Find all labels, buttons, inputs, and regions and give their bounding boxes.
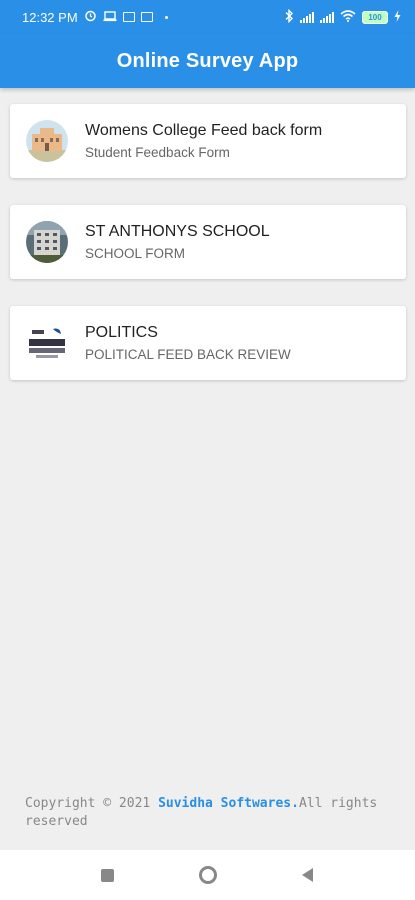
survey-title: Womens College Feed back form (85, 122, 323, 139)
survey-subtitle: POLITICAL FEED BACK REVIEW (85, 347, 291, 362)
survey-subtitle: SCHOOL FORM (85, 246, 186, 261)
screen: 12:32 PM 100 Online Survey App Womens Co… (0, 0, 415, 900)
home-icon (198, 866, 217, 884)
bluetooth-icon (284, 8, 294, 26)
survey-card-text: ST ANTHONYS SCHOOL SCHOOL FORM (85, 223, 270, 261)
survey-title: POLITICS (85, 324, 158, 341)
alarm-icon (84, 9, 97, 25)
survey-card-text: Womens College Feed back form Student Fe… (85, 122, 322, 160)
status-time: 12:32 PM (22, 9, 78, 25)
wifi-icon (340, 9, 356, 25)
copyright-text: Copyright © 2021 Suvidha Softwares.All r… (25, 795, 395, 831)
laptop-icon (103, 10, 117, 25)
status-bar: 12:32 PM 100 (0, 0, 415, 34)
signal-icon (320, 11, 334, 23)
survey-card-womens-college[interactable]: Womens College Feed back form Student Fe… (10, 104, 406, 178)
property-logo-thumbnail (26, 322, 68, 364)
college-building-thumbnail (26, 120, 68, 162)
battery-icon: 100 (362, 10, 388, 24)
survey-subtitle: Student Feedback Form (85, 145, 230, 160)
survey-card-st-anthonys-school[interactable]: ST ANTHONYS SCHOOL SCHOOL FORM (10, 205, 406, 279)
survey-card-text: POLITICS POLITICAL FEED BACK REVIEW (85, 324, 291, 362)
notification-dot-icon (164, 15, 168, 19)
save-icon (122, 12, 135, 22)
survey-card-politics[interactable]: POLITICS POLITICAL FEED BACK REVIEW (10, 306, 406, 380)
status-right: 100 (284, 8, 401, 26)
school-building-thumbnail (26, 221, 68, 263)
charging-icon (394, 9, 401, 25)
page-title: Online Survey App (116, 49, 299, 72)
copyright-prefix: Copyright © 2021 (25, 796, 159, 811)
home-button[interactable] (196, 863, 220, 887)
back-button[interactable] (296, 863, 320, 887)
recent-apps-icon (101, 868, 114, 882)
recent-apps-button[interactable] (96, 863, 120, 887)
back-icon (302, 868, 313, 882)
status-left: 12:32 PM (22, 9, 168, 25)
app-bar: Online Survey App (0, 34, 415, 88)
brand-link[interactable]: Suvidha Softwares. (158, 796, 299, 811)
survey-title: ST ANTHONYS SCHOOL (85, 223, 270, 240)
navigation-bar (0, 850, 415, 900)
save-icon (140, 12, 153, 22)
signal-icon (300, 11, 314, 23)
